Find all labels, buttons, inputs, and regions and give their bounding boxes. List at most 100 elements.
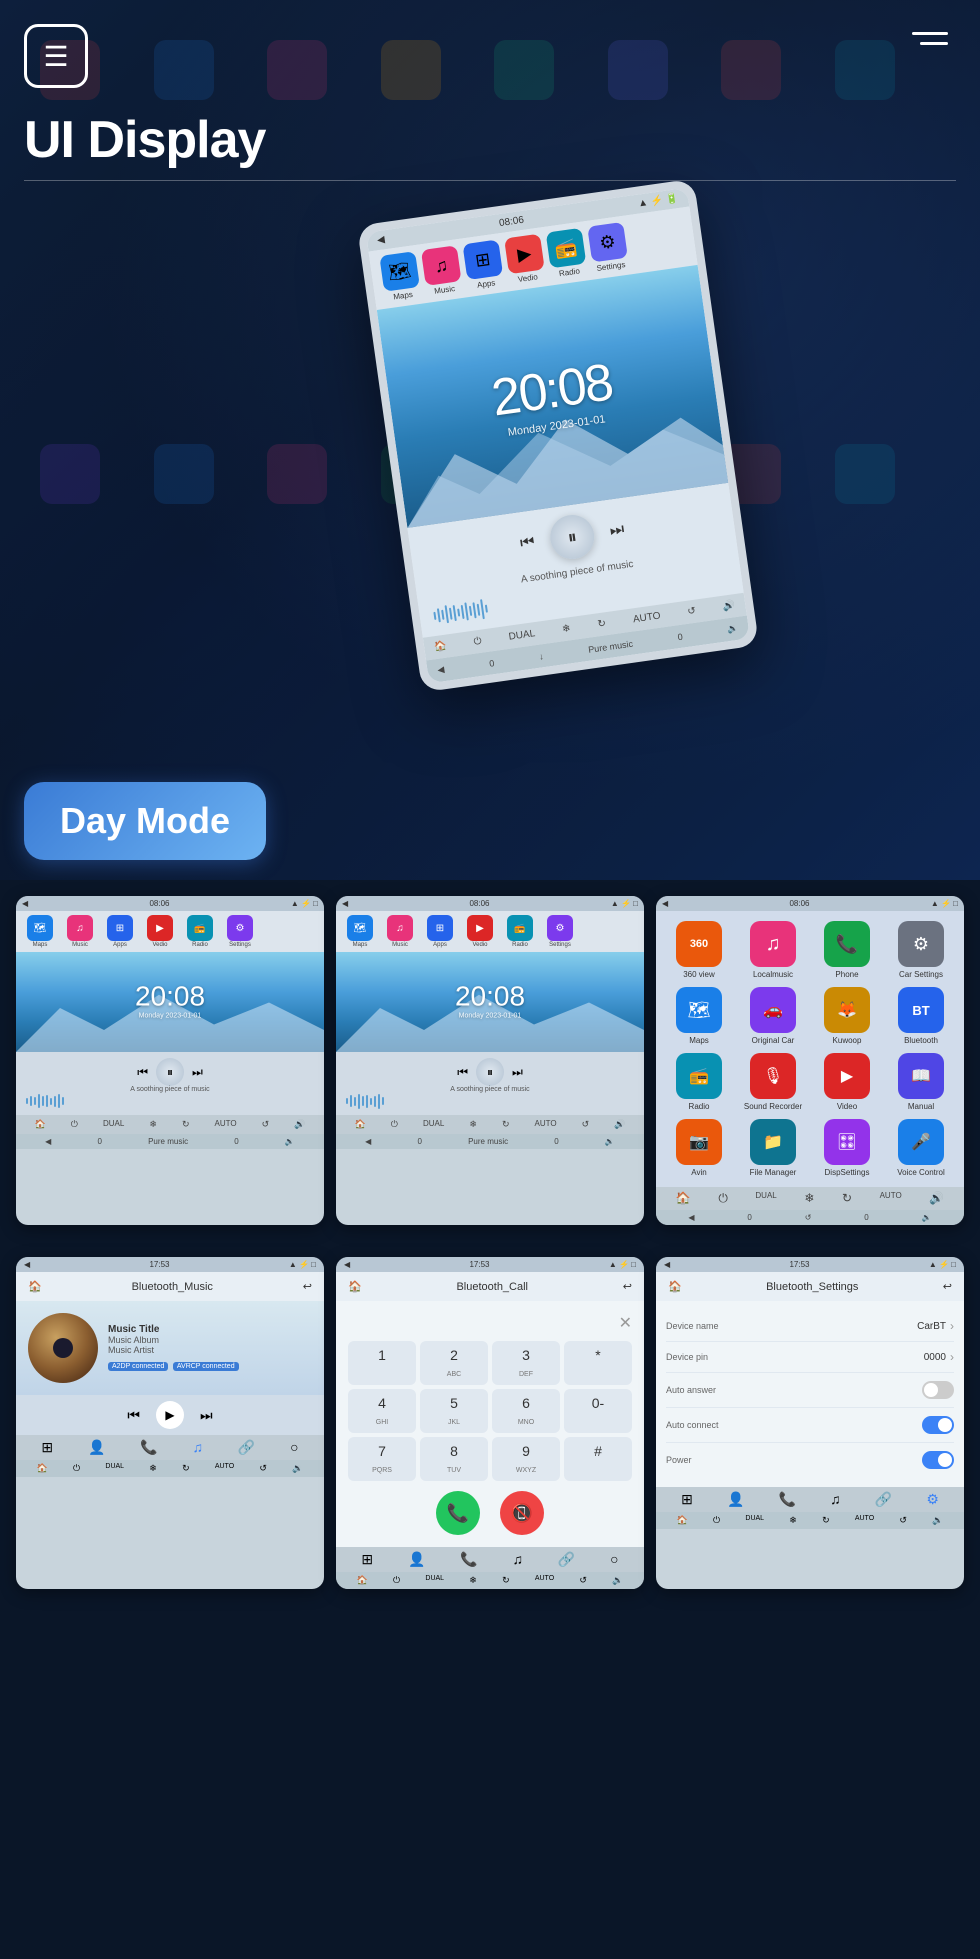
mini-radio-2[interactable]: 📻 Radio [502, 915, 538, 948]
mini-back-arrow-2[interactable]: ◀ [365, 1137, 371, 1146]
mini-vedio-1[interactable]: ▶ Vedio [142, 915, 178, 948]
bt-next[interactable]: ⏭ [200, 1407, 213, 1424]
mini-power-2[interactable]: ⏻ [391, 1119, 398, 1130]
bt-settings-circle-icon[interactable]: ⚙ [926, 1491, 939, 1508]
mini-vol-3[interactable]: 🔊 [929, 1191, 944, 1206]
mini-home-2[interactable]: 🏠 [355, 1119, 366, 1130]
bt-settings-home-icon[interactable]: 🏠 [668, 1280, 682, 1293]
nav-app-radio[interactable]: 📻 Radio [546, 228, 588, 280]
back-button[interactable]: ◀ [376, 234, 385, 246]
mini-home-1[interactable]: 🏠 [35, 1119, 46, 1130]
app-maps[interactable]: 🗺 Maps [666, 987, 732, 1045]
bt-settings-home-2[interactable]: 🏠 [677, 1515, 688, 1526]
bt-music-close-icon[interactable]: ↩ [303, 1280, 312, 1293]
dial-2[interactable]: 2ABC [420, 1341, 488, 1385]
app-sound-recorder[interactable]: 🎙 Sound Recorder [740, 1053, 806, 1111]
dial-5[interactable]: 5JKL [420, 1389, 488, 1433]
mini-radio-1[interactable]: 📻 Radio [182, 915, 218, 948]
dial-6[interactable]: 6MNO [492, 1389, 560, 1433]
app-kuwoop[interactable]: 🦊 Kuwoop [814, 987, 880, 1045]
bt-prev[interactable]: ⏮ [127, 1407, 140, 1424]
dial-7[interactable]: 7PQRS [348, 1437, 416, 1481]
mini-back-arrow-1[interactable]: ◀ [45, 1137, 51, 1146]
bt-call-home-2[interactable]: 🏠 [357, 1575, 368, 1586]
mini-maps-2[interactable]: 🗺 Maps [342, 915, 378, 948]
dial-3[interactable]: 3DEF [492, 1341, 560, 1385]
bt-call-grid-icon[interactable]: ⊞ [361, 1551, 373, 1568]
bt-user-icon[interactable]: 👤 [88, 1439, 105, 1456]
dial-hash[interactable]: # [564, 1437, 632, 1481]
power-toggle[interactable] [922, 1451, 954, 1469]
prev-button[interactable]: ⏮ [519, 533, 536, 553]
app-disp-settings[interactable]: 🎛 DispSettings [814, 1119, 880, 1177]
mini-back-3[interactable]: ◀ [662, 899, 668, 908]
device-name-arrow[interactable]: › [950, 1319, 954, 1333]
mini-play-1[interactable]: ⏸ [156, 1058, 184, 1086]
nav-app-vedio[interactable]: ▶ Vedio [504, 234, 546, 286]
mini-back-1[interactable]: ◀ [22, 899, 28, 908]
nav-app-apps[interactable]: ⊞ Apps [462, 239, 504, 291]
mini-vol-1[interactable]: 🔊 [294, 1119, 305, 1130]
mini-music-2[interactable]: ♫ Music [382, 915, 418, 948]
device-pin-arrow[interactable]: › [950, 1350, 954, 1364]
mini-next-1[interactable]: ⏭ [192, 1065, 203, 1080]
dial-1[interactable]: 1 [348, 1341, 416, 1385]
app-radio[interactable]: 📻 Radio [666, 1053, 732, 1111]
mini-maps-1[interactable]: 🗺 Maps [22, 915, 58, 948]
app-manual[interactable]: 📖 Manual [888, 1053, 954, 1111]
dial-star[interactable]: * [564, 1341, 632, 1385]
mini-settings-2[interactable]: ⚙ Settings [542, 915, 578, 948]
mini-back-2[interactable]: ◀ [342, 899, 348, 908]
bt-settings-phone-icon[interactable]: 📞 [779, 1491, 796, 1508]
dial-0[interactable]: 0- [564, 1389, 632, 1433]
dial-4[interactable]: 4GHI [348, 1389, 416, 1433]
auto-answer-toggle[interactable] [922, 1381, 954, 1399]
close-button[interactable]: ✕ [348, 1313, 632, 1333]
app-360view[interactable]: 360 360 view [666, 921, 732, 979]
mini-settings-1[interactable]: ⚙ Settings [222, 915, 258, 948]
bt-call-music-icon[interactable]: ♫ [513, 1551, 524, 1568]
dial-8[interactable]: 8TUV [420, 1437, 488, 1481]
back-icon-2[interactable]: ◀ [437, 664, 445, 676]
mini-home-3[interactable]: 🏠 [676, 1191, 691, 1206]
mini-power-3[interactable]: ⏻ [718, 1191, 728, 1206]
app-bluetooth[interactable]: BT Bluetooth [888, 987, 954, 1045]
app-file-manager[interactable]: 📁 File Manager [740, 1119, 806, 1177]
bt-settings-music-icon[interactable]: ♫ [830, 1491, 841, 1508]
bt-phone-icon[interactable]: 📞 [140, 1439, 157, 1456]
nav-app-music[interactable]: ♫ Music [421, 245, 463, 297]
bt-grid-icon[interactable]: ⊞ [41, 1439, 53, 1456]
power-icon[interactable]: ⏻ [473, 636, 482, 648]
accept-call-button[interactable]: 📞 [436, 1491, 480, 1535]
bt-call-back[interactable]: ◀ [344, 1260, 350, 1269]
bt-music-home-icon[interactable]: 🏠 [28, 1280, 42, 1293]
mini-apps-1[interactable]: ⊞ Apps [102, 915, 138, 948]
bt-play-pause[interactable]: ▶ [156, 1401, 184, 1429]
bt-settings-user-icon[interactable]: 👤 [727, 1491, 744, 1508]
bt-home-2[interactable]: 🏠 [37, 1463, 48, 1474]
hamburger-menu[interactable] [912, 32, 948, 45]
mini-music-1[interactable]: ♫ Music [62, 915, 98, 948]
bt-call-home-icon[interactable]: 🏠 [348, 1280, 362, 1293]
bt-music-back[interactable]: ◀ [24, 1260, 30, 1269]
play-pause-button[interactable]: ⏸ [547, 512, 597, 562]
app-car-settings[interactable]: ⚙ Car Settings [888, 921, 954, 979]
app-original-car[interactable]: 🚗 Original Car [740, 987, 806, 1045]
mini-vedio-2[interactable]: ▶ Vedio [462, 915, 498, 948]
bt-call-close-icon[interactable]: ↩ [623, 1280, 632, 1293]
dial-9[interactable]: 9WXYZ [492, 1437, 560, 1481]
mini-prev-1[interactable]: ⏮ [137, 1065, 148, 1080]
nav-app-settings[interactable]: ⚙ Settings [587, 222, 629, 274]
home-icon[interactable]: 🏠 [434, 641, 448, 654]
nav-app-maps[interactable]: 🗺 Maps [379, 251, 421, 303]
mini-vol-2[interactable]: 🔊 [614, 1119, 625, 1130]
volume-icon[interactable]: 🔊 [722, 600, 736, 613]
mini-apps-2[interactable]: ⊞ Apps [422, 915, 458, 948]
decline-call-button[interactable]: 📵 [500, 1491, 544, 1535]
app-video[interactable]: ▶ Video [814, 1053, 880, 1111]
app-phone[interactable]: 📞 Phone [814, 921, 880, 979]
mini-play-2[interactable]: ⏸ [476, 1058, 504, 1086]
mini-back-3-row[interactable]: ◀ [688, 1213, 694, 1222]
mini-next-2[interactable]: ⏭ [512, 1065, 523, 1080]
mini-prev-2[interactable]: ⏮ [457, 1065, 468, 1080]
